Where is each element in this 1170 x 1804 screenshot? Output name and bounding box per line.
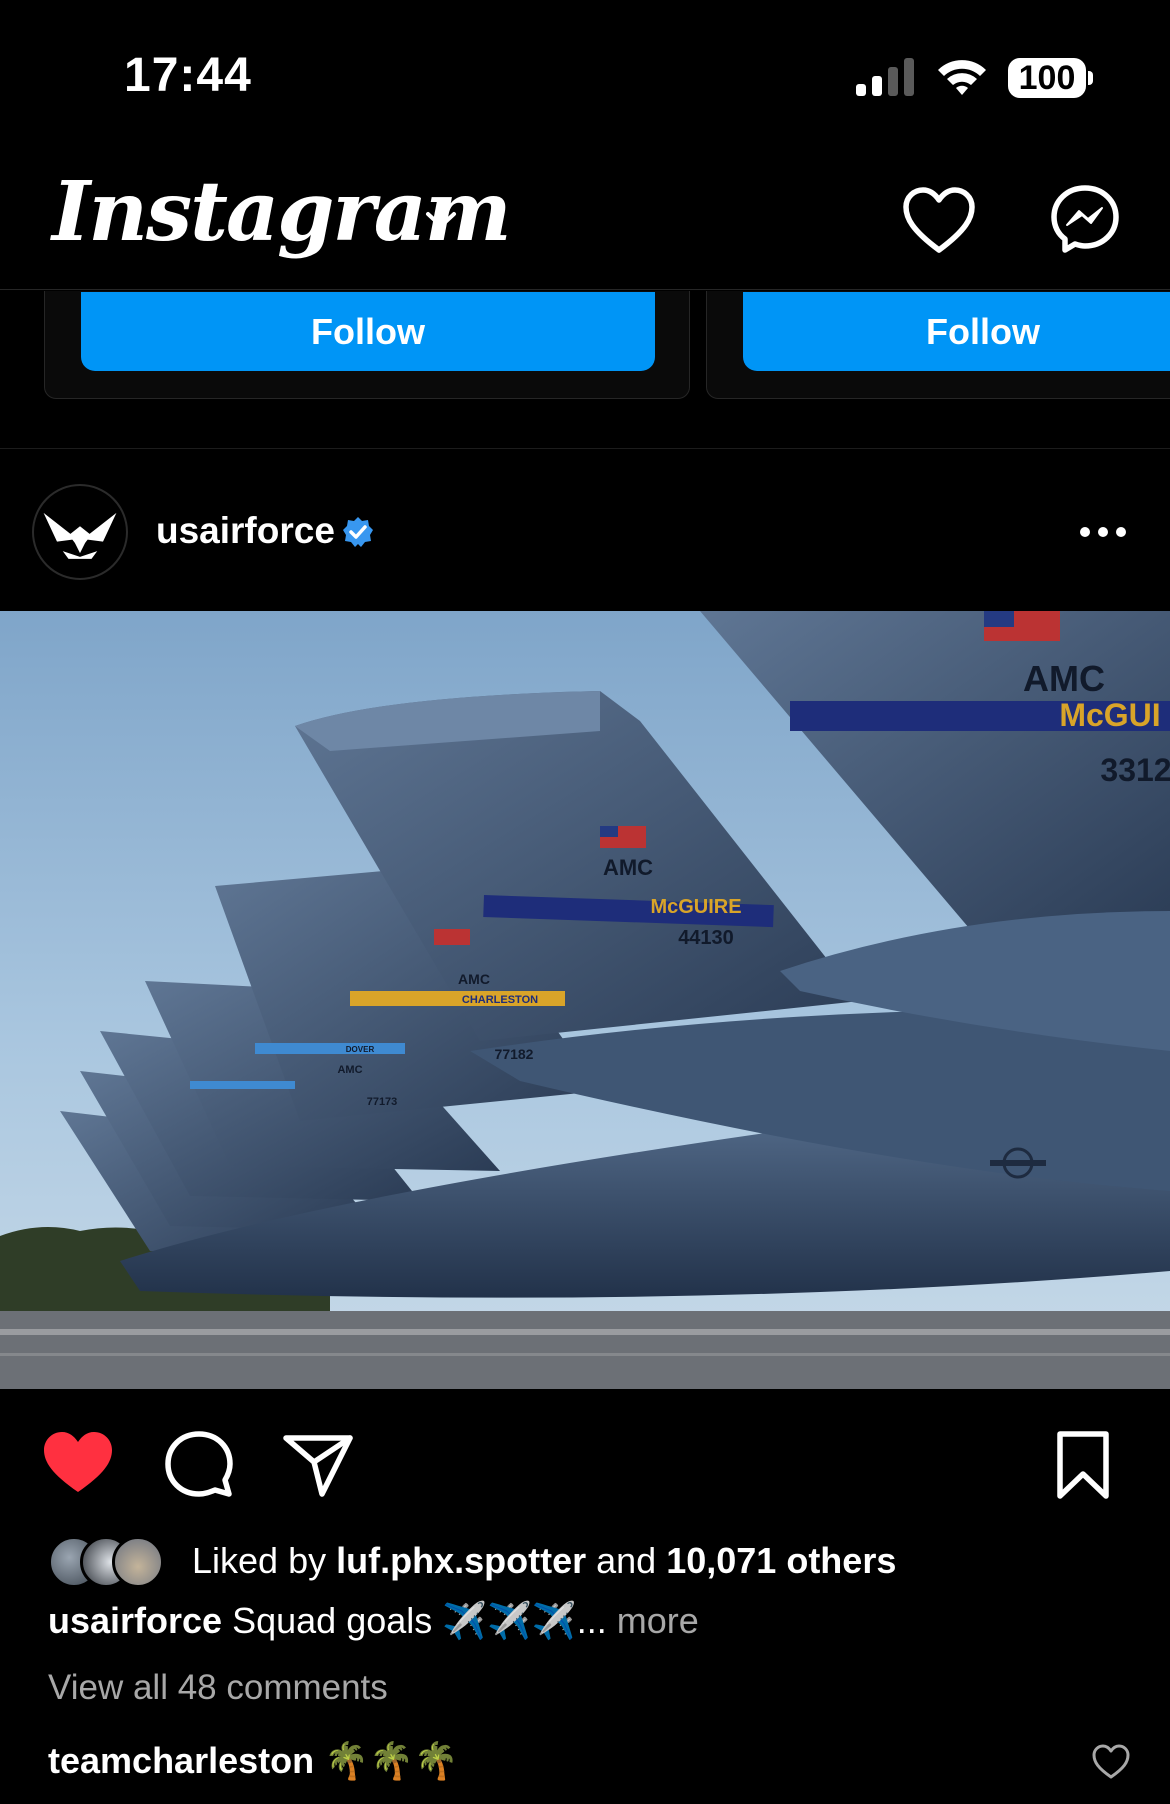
follow-button[interactable]: Follow xyxy=(81,292,655,371)
suggested-accounts: Follow Follow xyxy=(0,291,1170,449)
bookmark-icon[interactable] xyxy=(1054,1430,1112,1500)
post-header: usairforce xyxy=(0,470,1170,610)
status-time: 17:44 xyxy=(124,49,252,102)
chevron-down-icon[interactable] xyxy=(424,206,458,234)
tail-label: McGUIRE xyxy=(650,896,741,918)
cellular-signal-icon xyxy=(856,58,914,96)
liker-avatar xyxy=(112,1536,164,1588)
suggested-card: Follow xyxy=(706,291,1170,399)
heart-icon[interactable] xyxy=(902,186,976,256)
tail-label: McGUI xyxy=(1059,697,1160,733)
tail-label: AMC xyxy=(337,1064,362,1076)
post-actions xyxy=(0,1420,1170,1510)
wifi-icon xyxy=(938,60,986,95)
app-header: Instagram xyxy=(0,150,1170,290)
liked-by-others[interactable]: 10,071 others xyxy=(666,1540,896,1581)
tail-label: CHARLESTON xyxy=(462,994,538,1006)
post-photo[interactable]: AMC McGUIRE 44130 AMC CHARLESTON 77182 A… xyxy=(0,611,1170,1389)
top-comment: teamcharleston 🌴🌴🌴 xyxy=(48,1740,459,1782)
comment-username[interactable]: teamcharleston xyxy=(48,1740,314,1781)
tail-label: AMC xyxy=(603,855,653,880)
post-caption: usairforce Squad goals ✈️✈️✈️... more xyxy=(48,1600,699,1642)
avatar[interactable] xyxy=(32,484,128,580)
more-options-icon[interactable] xyxy=(1078,520,1128,544)
tail-label: 3312 xyxy=(1100,752,1170,788)
comment-like-heart-icon[interactable] xyxy=(1092,1744,1130,1780)
battery-indicator: 100 xyxy=(1008,58,1086,98)
tail-label: 77173 xyxy=(367,1096,398,1108)
battery-nub xyxy=(1088,71,1093,85)
status-bar: 17:44 100 xyxy=(0,0,1170,150)
liked-by-and: and xyxy=(596,1540,657,1581)
likes-summary[interactable]: Liked by luf.phx.spotter and 10,071 othe… xyxy=(48,1536,1148,1590)
post-username[interactable]: usairforce xyxy=(156,510,335,552)
liked-heart-icon[interactable] xyxy=(42,1430,114,1496)
liked-by-user[interactable]: luf.phx.spotter xyxy=(336,1540,586,1581)
comment-icon[interactable] xyxy=(164,1430,234,1500)
tail-label: DOVER xyxy=(346,1045,375,1054)
share-icon[interactable] xyxy=(282,1432,354,1498)
comment-text: 🌴🌴🌴 xyxy=(324,1740,459,1781)
caption-username[interactable]: usairforce xyxy=(48,1600,222,1641)
tail-label: 44130 xyxy=(678,927,734,949)
messenger-icon[interactable] xyxy=(1050,184,1120,254)
follow-button[interactable]: Follow xyxy=(743,292,1170,371)
tail-label: AMC xyxy=(458,971,490,987)
verified-badge-icon xyxy=(343,517,373,547)
suggested-card: Follow xyxy=(44,291,690,399)
liked-by-prefix: Liked by xyxy=(192,1540,327,1581)
liked-by-text: Liked by luf.phx.spotter and 10,071 othe… xyxy=(192,1540,896,1582)
tail-label: 77182 xyxy=(495,1046,534,1062)
caption-text: Squad goals ✈️✈️✈️... xyxy=(232,1600,607,1641)
tail-label: AMC xyxy=(1023,658,1105,699)
view-all-comments-link[interactable]: View all 48 comments xyxy=(48,1668,388,1708)
caption-more-link[interactable]: more xyxy=(617,1600,699,1641)
